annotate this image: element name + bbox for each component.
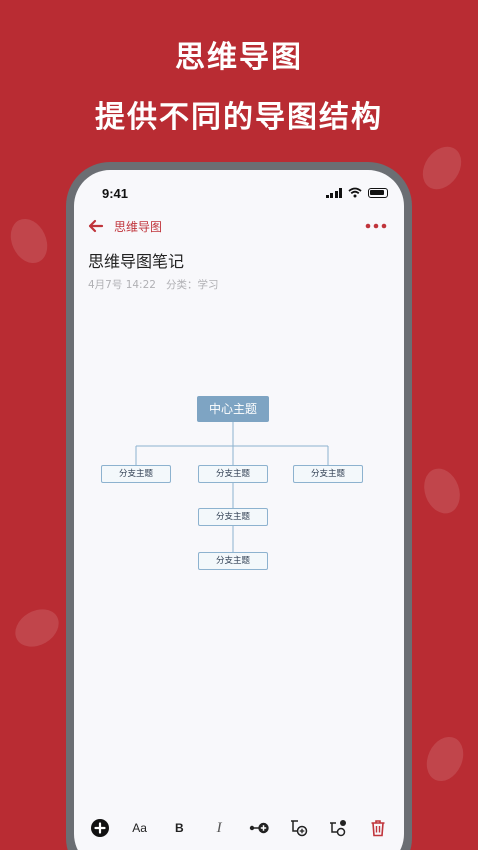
add-node-button[interactable] bbox=[87, 815, 113, 841]
promo-title: 思维导图 bbox=[175, 40, 303, 75]
sub-branch-topic-node[interactable]: 分支主题 bbox=[198, 552, 268, 570]
italic-button[interactable]: I bbox=[206, 815, 232, 841]
add-child-button[interactable] bbox=[286, 815, 312, 841]
branch-topic-node[interactable]: 分支主题 bbox=[293, 465, 363, 483]
decor-bean bbox=[8, 601, 66, 655]
bold-label: B bbox=[175, 821, 184, 835]
sub-branch-topic-node[interactable]: 分支主题 bbox=[198, 508, 268, 526]
central-topic-node[interactable]: 中心主题 bbox=[197, 396, 269, 422]
mind-map: 中心主题 分支主题 分支主题 分支主题 分支主题 分支主题 bbox=[74, 170, 404, 850]
font-size-button[interactable]: Aa bbox=[127, 815, 153, 841]
decor-bean bbox=[3, 212, 55, 270]
decor-bean bbox=[414, 139, 470, 197]
font-size-label: Aa bbox=[132, 821, 147, 835]
decor-bean bbox=[418, 463, 466, 519]
branch-topic-node[interactable]: 分支主题 bbox=[198, 465, 268, 483]
editor-toolbar: Aa B I bbox=[74, 810, 404, 846]
plus-circle-icon bbox=[90, 819, 109, 837]
subtopic-icon bbox=[330, 820, 347, 837]
delete-button[interactable] bbox=[365, 815, 391, 841]
add-subtopic-button[interactable] bbox=[325, 815, 351, 841]
branch-topic-node[interactable]: 分支主题 bbox=[101, 465, 171, 483]
phone-screen: 9:41 思维导图 思维导图笔记 4月7号 14:22 分类：学习 中心主题 分… bbox=[74, 170, 404, 850]
promo-subtitle: 提供不同的导图结构 bbox=[95, 100, 383, 135]
decor-bean bbox=[419, 730, 471, 788]
connector-plus-icon bbox=[249, 822, 269, 834]
add-sibling-button[interactable] bbox=[246, 815, 272, 841]
child-node-add-icon bbox=[290, 820, 307, 837]
trash-icon bbox=[371, 820, 385, 837]
bold-button[interactable]: B bbox=[166, 815, 192, 841]
italic-label: I bbox=[216, 819, 222, 836]
